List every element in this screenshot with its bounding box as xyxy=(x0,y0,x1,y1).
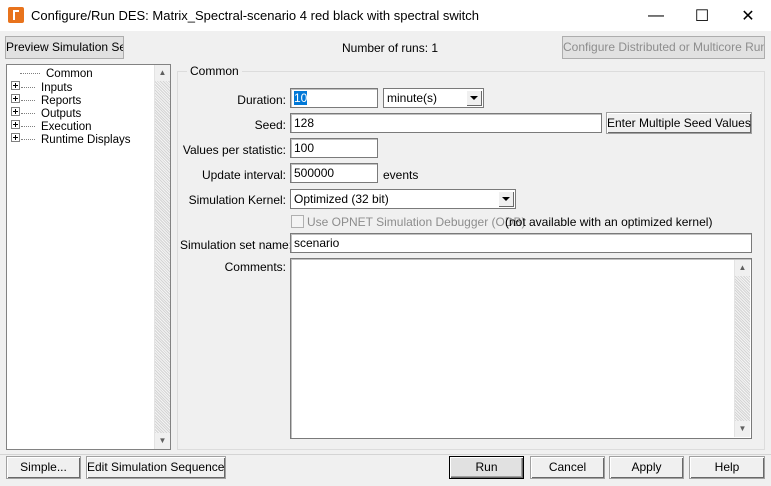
duration-input[interactable]: 10 xyxy=(290,88,378,108)
simulation-kernel-label: Simulation Kernel: xyxy=(188,193,286,207)
settings-tree[interactable]: Common Inputs Reports Outputs Execution … xyxy=(6,64,171,450)
scroll-up-arrow-icon[interactable]: ▲ xyxy=(735,260,750,276)
debugger-checkbox[interactable] xyxy=(291,215,304,228)
tree-connector xyxy=(20,73,40,74)
number-of-runs-text: Number of runs: 1 xyxy=(342,41,439,55)
update-interval-input[interactable]: 500000 xyxy=(290,163,378,183)
scroll-track[interactable] xyxy=(735,276,750,421)
chevron-down-icon[interactable] xyxy=(498,191,514,207)
tree-item-label: Execution xyxy=(41,121,92,133)
tree-connector xyxy=(21,87,35,88)
debugger-note: (not available with an optimized kernel) xyxy=(505,215,713,229)
comments-textarea[interactable]: ▲ ▼ xyxy=(290,258,752,439)
duration-label: Duration: xyxy=(237,93,286,107)
tree-item-reports[interactable]: Reports xyxy=(11,94,81,107)
window-title: Configure/Run DES: Matrix_Spectral-scena… xyxy=(31,8,479,23)
debugger-label: Use OPNET Simulation Debugger (ODB) xyxy=(307,215,526,229)
update-interval-label: Update interval: xyxy=(201,168,286,182)
tree-item-label: Outputs xyxy=(41,108,82,120)
duration-unit-value: minute(s) xyxy=(387,91,438,105)
expand-plus-icon[interactable] xyxy=(11,133,20,142)
maximize-button[interactable]: ☐ xyxy=(679,0,725,31)
duration-value: 10 xyxy=(294,91,308,105)
cancel-button[interactable]: Cancel xyxy=(530,456,605,479)
tree-item-common[interactable]: Common xyxy=(11,68,93,81)
tree-connector xyxy=(21,113,35,114)
enter-multiple-seed-values-button[interactable]: Enter Multiple Seed Values... xyxy=(606,112,752,134)
simulation-set-name-input[interactable]: scenario xyxy=(290,233,752,253)
values-per-statistic-label: Values per statistic: xyxy=(182,143,286,157)
common-group-title: Common xyxy=(187,64,242,78)
simulation-set-name-label: Simulation set name: xyxy=(180,238,293,252)
simulation-kernel-value: Optimized (32 bit) xyxy=(294,192,389,206)
preview-simulation-set-button[interactable]: Preview Simulation Set xyxy=(5,36,124,59)
comments-scrollbar[interactable]: ▲ ▼ xyxy=(734,260,750,437)
comments-label: Comments: xyxy=(224,260,286,274)
tree-connector xyxy=(21,139,35,140)
expand-plus-icon[interactable] xyxy=(11,107,20,116)
tree-item-runtime-displays[interactable]: Runtime Displays xyxy=(11,133,130,146)
minimize-button[interactable]: — xyxy=(633,0,679,31)
tree-item-inputs[interactable]: Inputs xyxy=(11,81,72,94)
expand-plus-icon[interactable] xyxy=(11,81,20,90)
tree-item-outputs[interactable]: Outputs xyxy=(11,107,81,120)
help-button[interactable]: Help xyxy=(689,456,765,479)
update-interval-unit: events xyxy=(383,168,419,182)
app-icon xyxy=(8,7,24,23)
seed-input[interactable]: 128 xyxy=(290,113,602,133)
footer-separator xyxy=(0,454,771,455)
seed-label: Seed: xyxy=(254,118,286,132)
tree-item-label: Common xyxy=(46,68,93,80)
scroll-down-arrow-icon[interactable]: ▼ xyxy=(155,433,170,449)
tree-scrollbar[interactable]: ▲ ▼ xyxy=(154,65,170,449)
scroll-up-arrow-icon[interactable]: ▲ xyxy=(155,65,170,81)
tree-item-label: Runtime Displays xyxy=(41,134,131,146)
tree-connector xyxy=(21,126,35,127)
expand-plus-icon[interactable] xyxy=(11,94,20,103)
tree-item-execution[interactable]: Execution xyxy=(11,120,92,133)
run-button[interactable]: Run xyxy=(449,456,524,479)
chevron-down-icon[interactable] xyxy=(466,90,482,106)
simulation-kernel-select[interactable]: Optimized (32 bit) xyxy=(290,189,516,209)
scroll-down-arrow-icon[interactable]: ▼ xyxy=(735,421,750,437)
edit-simulation-sequence-button[interactable]: Edit Simulation Sequence... xyxy=(86,456,226,479)
duration-unit-select[interactable]: minute(s) xyxy=(383,88,484,108)
configure-distributed-button[interactable]: Configure Distributed or Multicore Runs.… xyxy=(562,36,765,59)
values-per-statistic-input[interactable]: 100 xyxy=(290,138,378,158)
close-button[interactable]: ✕ xyxy=(725,0,771,31)
tree-item-label: Reports xyxy=(41,95,82,107)
tree-connector xyxy=(21,100,35,101)
scroll-track[interactable] xyxy=(155,81,170,433)
expand-plus-icon[interactable] xyxy=(11,120,20,129)
tree-item-label: Inputs xyxy=(41,82,73,94)
simple-button[interactable]: Simple... xyxy=(6,456,81,479)
apply-button[interactable]: Apply xyxy=(609,456,684,479)
